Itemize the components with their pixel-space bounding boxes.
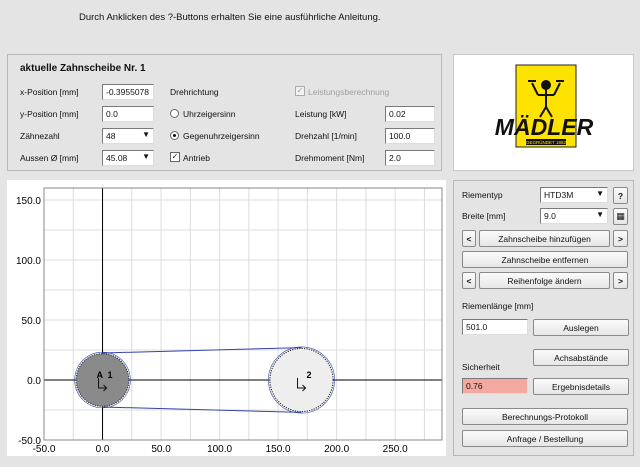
remove-pulley-button[interactable]: Zahnscheibe entfernen [462,251,628,268]
direction-label: Drehrichtung [170,87,219,97]
x-tick-label: 0.0 [96,444,110,455]
belt-length-input[interactable]: 501.0 [462,319,528,335]
counterclockwise-radio[interactable] [170,131,179,140]
speed-input[interactable]: 100.0 [385,128,435,144]
belt-control-panel: Riementyp HTD3M ▼ ? Breite [mm] 9.0 ▼ ▦ … [453,180,634,456]
clockwise-radio[interactable] [170,109,179,118]
outer-diameter-label: Aussen Ø [mm] [20,153,79,163]
result-details-button[interactable]: Ergebnisdetails [533,378,629,395]
plot-canvas[interactable]: -50.0 0.0 50.0 100.0 150.0 200.0 250.0150.0100… [7,180,446,456]
x-tick-label: 150.0 [266,444,291,455]
counterclockwise-label: Gegenuhrzeigersinn [183,131,260,141]
belt-width-value: 9.0 [544,211,556,221]
inquiry-order-button[interactable]: Anfrage / Bestellung [462,430,628,447]
outer-diameter-value: 45.08 [106,153,128,163]
power-calc-label: Leistungsberechnung [308,87,390,97]
chevron-down-icon: ▼ [596,189,604,198]
y-position-input[interactable]: 0.0 [102,106,154,122]
y-tick-label: 0.0 [27,376,41,387]
help-hint-text: Durch Anklicken des ?-Buttons erhalten S… [79,12,381,23]
pulley-1 [75,353,130,407]
pulley-parameter-panel: aktuelle Zahnscheibe Nr. 1 x-Position [m… [7,54,442,171]
teeth-label: Zähnezahl [20,131,60,141]
drive-checkbox[interactable]: ✓ [170,152,180,162]
power-label: Leistung [kW] [295,109,347,119]
next-pulley-button[interactable]: > [613,230,628,247]
pulley-number-label: 2 [307,370,312,380]
safety-label: Sicherheit [462,362,500,372]
drive-label: Antrieb [183,153,210,163]
axis-distances-button[interactable]: Achsabstände [533,349,629,366]
pulley-2 [269,347,334,413]
belt-type-label: Riementyp [462,190,503,200]
x-tick-label: 50.0 [151,444,171,455]
y-tick-label: 50.0 [22,316,42,327]
pulley-drive-marker: A [97,370,104,380]
teeth-select-value: 48 [106,131,116,141]
belt-length-label: Riemenlänge [mm] [462,301,534,311]
x-tick-label: 250.0 [383,444,408,455]
calculator-icon: ▦ [616,211,625,221]
belt-width-label: Breite [mm] [462,211,506,221]
logo-founded-text: GEGRÜNDET 1882 [526,139,566,145]
belt-width-select[interactable]: 9.0 ▼ [540,208,608,224]
outer-diameter-select[interactable]: 45.08 ▼ [102,150,154,166]
chevron-down-icon: ▼ [142,130,150,139]
panel-title: aktuelle Zahnscheibe Nr. 1 [20,63,146,74]
x-tick-label: 100.0 [207,444,232,455]
prev-pulley-button[interactable]: < [462,230,476,247]
x-position-input[interactable]: -0.3955078 [102,84,154,100]
change-order-button[interactable]: Reihenfolge ändern [479,272,610,289]
y-tick-label: -50.0 [18,436,41,447]
x-position-label: x-Position [mm] [20,87,79,97]
belt-type-value: HTD3M [544,190,574,200]
speed-label: Drehzahl [1/min] [295,131,357,141]
x-tick-label: 200.0 [324,444,349,455]
maedler-logo: MÄDLER GEGRÜNDET 1882 [495,64,594,148]
belt-type-select[interactable]: HTD3M ▼ [540,187,608,203]
y-position-label: y-Position [mm] [20,109,79,119]
order-prev-button[interactable]: < [462,272,476,289]
chevron-down-icon: ▼ [142,152,150,161]
safety-value: 0.76 [462,378,528,394]
add-pulley-button[interactable]: Zahnscheibe hinzufügen [479,230,610,247]
calculator-button[interactable]: ▦ [613,208,628,225]
chevron-down-icon: ▼ [596,210,604,219]
power-input[interactable]: 0.02 [385,106,435,122]
y-tick-label: 100.0 [16,256,41,267]
layout-button[interactable]: Auslegen [533,319,629,336]
torque-input[interactable]: 2.0 [385,150,435,166]
help-button[interactable]: ? [613,187,628,204]
calculation-protocol-button[interactable]: Berechnungs-Protokoll [462,408,628,425]
order-next-button[interactable]: > [613,272,628,289]
company-logo: MÄDLER GEGRÜNDET 1882 [453,54,634,171]
logo-brand-text: MÄDLER [495,114,594,140]
pulley-number-label: 1 [108,370,113,380]
torque-label: Drehmoment [Nm] [295,153,365,163]
clockwise-label: Uhrzeigersinn [183,109,236,119]
belt-drive-plot[interactable]: -50.0 0.0 50.0 100.0 150.0 200.0 250.0 150.0 100… [7,180,446,456]
power-calc-checkbox[interactable]: ✓ [295,86,305,96]
y-tick-label: 150.0 [16,196,41,207]
teeth-select[interactable]: 48 ▼ [102,128,154,144]
